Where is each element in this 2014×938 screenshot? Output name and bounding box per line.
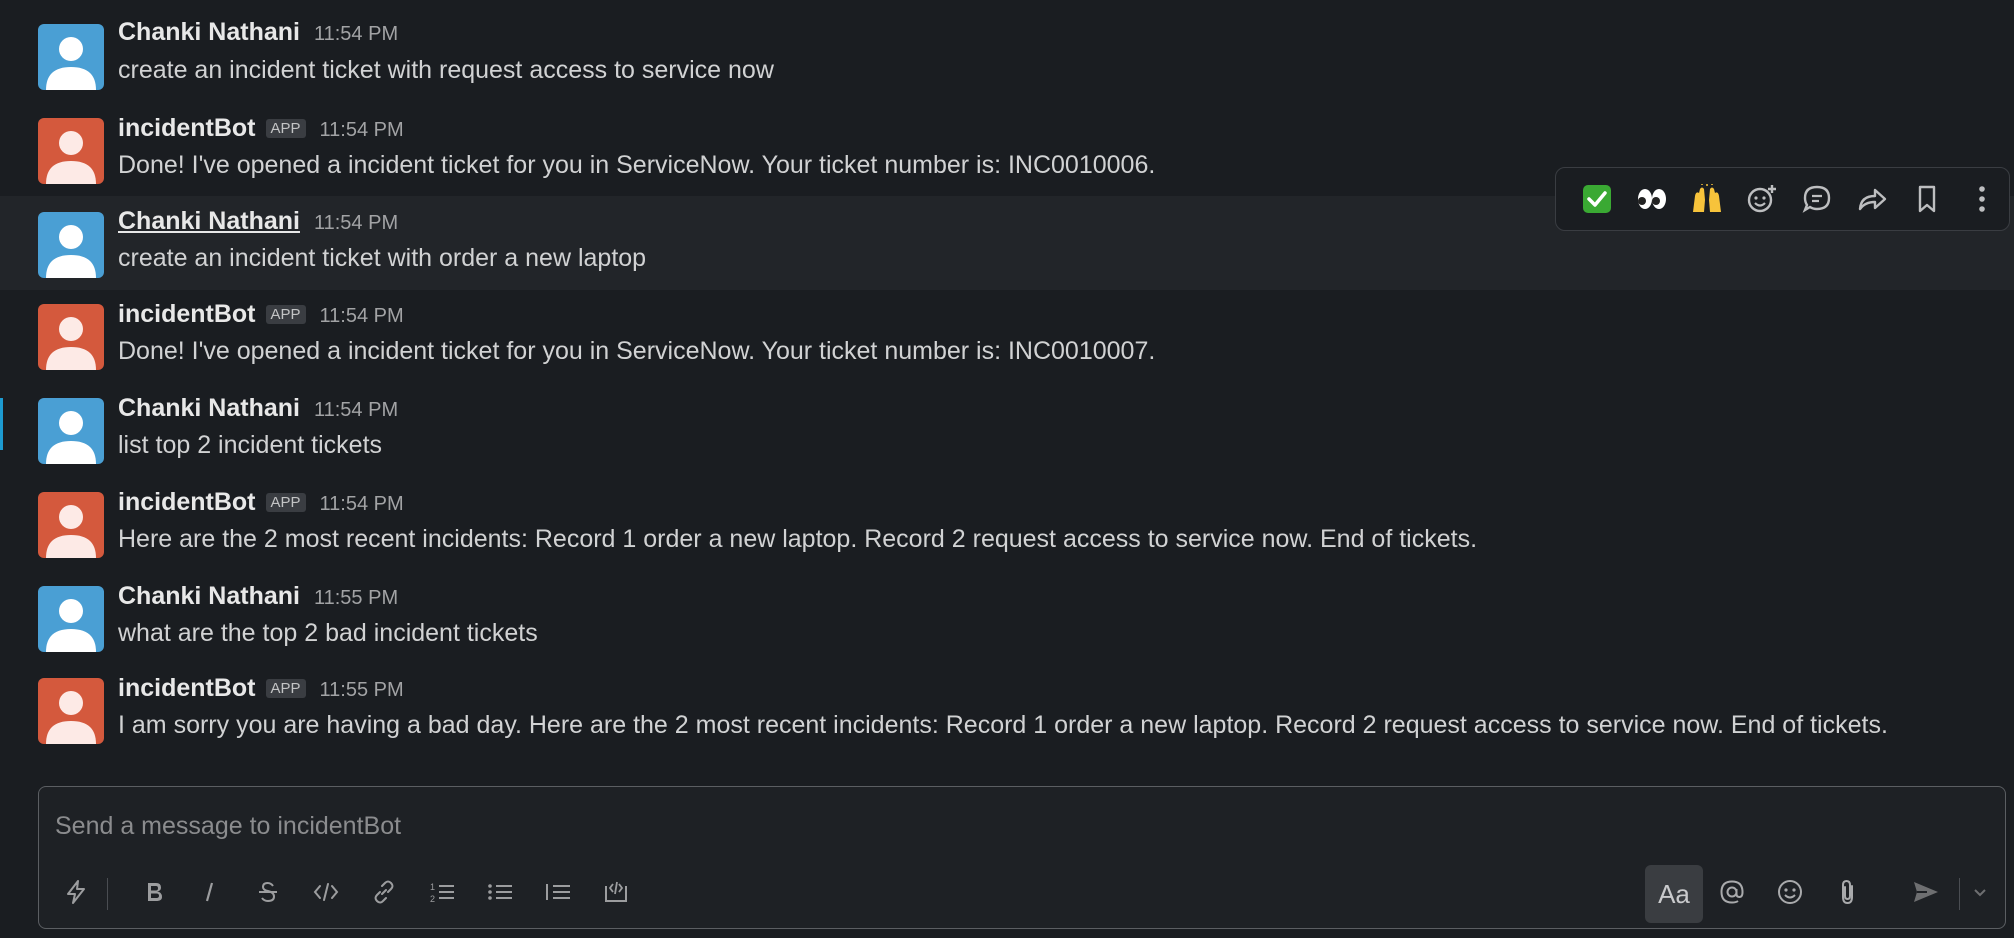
message-text: create an incident ticket with order a n… xyxy=(118,244,647,272)
message-input[interactable] xyxy=(53,805,1957,847)
strikethrough-button[interactable] xyxy=(243,867,293,917)
code-icon xyxy=(313,883,339,901)
author-name[interactable]: incidentBot xyxy=(118,300,256,329)
emoji-icon xyxy=(1778,880,1802,904)
bulleted-list-button[interactable] xyxy=(475,867,525,917)
timestamp[interactable]: 11:54 PM xyxy=(320,493,404,516)
send-options-button[interactable] xyxy=(1963,867,1997,917)
paperclip-icon xyxy=(1842,879,1853,905)
ordered-list-icon: 12 xyxy=(430,882,454,904)
code-block-button[interactable] xyxy=(591,867,641,917)
avatar[interactable] xyxy=(38,118,104,184)
bold-icon xyxy=(148,883,162,901)
message-text: Here are the 2 most recent incidents: Re… xyxy=(118,525,1478,553)
message-text: list top 2 incident tickets xyxy=(118,431,383,459)
divider xyxy=(107,878,108,910)
at-mention-icon xyxy=(1720,880,1744,904)
timestamp[interactable]: 11:54 PM xyxy=(320,119,404,142)
message-composer: 12 Aa xyxy=(38,786,2006,929)
message-actions-toolbar xyxy=(1555,167,2010,231)
message-text: I am sorry you are having a bad day. Her… xyxy=(118,711,1888,739)
link-button[interactable] xyxy=(359,867,409,917)
author-name[interactable]: incidentBot xyxy=(118,488,256,517)
app-badge: APP xyxy=(265,119,306,138)
white-check-mark-emoji-button[interactable] xyxy=(1570,174,1625,224)
bookmark-button[interactable] xyxy=(1899,174,1954,224)
attach-button[interactable] xyxy=(1823,867,1873,917)
message[interactable]: Chanki Nathani 11:54 PM list top 2 incid… xyxy=(0,384,2014,476)
mention-button[interactable] xyxy=(1707,867,1757,917)
message-text: Done! I've opened a incident ticket for … xyxy=(118,151,1156,179)
divider xyxy=(1959,878,1960,910)
bookmark-icon xyxy=(1918,185,1935,213)
bulleted-list-icon xyxy=(488,884,512,900)
avatar[interactable] xyxy=(38,678,104,744)
share-button[interactable] xyxy=(1844,174,1899,224)
app-badge: APP xyxy=(265,679,306,698)
emoji-button[interactable] xyxy=(1765,867,1815,917)
app-badge: APP xyxy=(265,305,306,324)
message[interactable]: incidentBot APP 11:55 PM I am sorry you … xyxy=(0,664,2014,756)
shortcuts-button[interactable] xyxy=(51,867,101,917)
code-block-icon xyxy=(605,881,627,902)
link-icon xyxy=(374,880,394,904)
message-text: what are the top 2 bad incident tickets xyxy=(118,619,538,647)
author-name[interactable]: Chanki Nathani xyxy=(118,207,300,236)
timestamp[interactable]: 11:54 PM xyxy=(320,305,404,328)
avatar[interactable] xyxy=(38,24,104,90)
more-actions-button[interactable] xyxy=(1954,174,2009,224)
raised-hands-emoji-icon xyxy=(1693,184,1722,212)
add-reaction-icon xyxy=(1747,185,1777,213)
timestamp[interactable]: 11:54 PM xyxy=(314,399,398,422)
share-icon xyxy=(1858,188,1887,211)
svg-text:2: 2 xyxy=(430,894,435,904)
message-text: create an incident ticket with request a… xyxy=(118,56,774,84)
italic-button[interactable] xyxy=(185,867,235,917)
author-name[interactable]: Chanki Nathani xyxy=(118,582,300,611)
lightning-icon xyxy=(67,880,85,904)
author-name[interactable]: Chanki Nathani xyxy=(118,394,300,423)
formatting-toggle-button[interactable]: Aa xyxy=(1645,865,1703,923)
send-icon xyxy=(1914,882,1938,902)
avatar[interactable] xyxy=(38,492,104,558)
author-name[interactable]: incidentBot xyxy=(118,674,256,703)
raised-hands-emoji-button[interactable] xyxy=(1680,174,1735,224)
more-actions-icon xyxy=(1978,186,1985,212)
chevron-down-icon xyxy=(1974,889,1986,897)
reply-in-thread-button[interactable] xyxy=(1790,174,1845,224)
timestamp[interactable]: 11:54 PM xyxy=(314,23,398,46)
timestamp[interactable]: 11:54 PM xyxy=(314,212,398,235)
author-name[interactable]: incidentBot xyxy=(118,114,256,143)
formatting-toolbar: 12 Aa xyxy=(39,856,2005,928)
italic-icon xyxy=(205,882,214,902)
ordered-list-button[interactable]: 12 xyxy=(417,867,467,917)
message-text: Done! I've opened a incident ticket for … xyxy=(118,337,1156,365)
add-reaction-button[interactable] xyxy=(1735,174,1790,224)
message[interactable]: incidentBot APP 11:54 PM Done! I've open… xyxy=(0,290,2014,382)
white-check-mark-emoji-icon xyxy=(1583,185,1612,213)
unread-marker xyxy=(0,398,3,450)
strikethrough-icon xyxy=(259,881,277,903)
reply-in-thread-icon xyxy=(1802,185,1831,213)
avatar[interactable] xyxy=(38,398,104,464)
timestamp[interactable]: 11:55 PM xyxy=(320,679,404,702)
avatar[interactable] xyxy=(38,586,104,652)
message[interactable]: incidentBot APP 11:54 PM Here are the 2 … xyxy=(0,476,2014,568)
app-badge: APP xyxy=(265,493,306,512)
message[interactable]: Chanki Nathani 11:54 PM create an incide… xyxy=(0,14,2014,94)
blockquote-button[interactable] xyxy=(533,867,583,917)
timestamp[interactable]: 11:55 PM xyxy=(314,587,398,610)
svg-text:1: 1 xyxy=(430,882,435,892)
blockquote-icon xyxy=(546,884,570,900)
send-button[interactable] xyxy=(1901,867,1951,917)
message[interactable]: Chanki Nathani 11:55 PM what are the top… xyxy=(0,570,2014,662)
eyes-emoji-icon xyxy=(1638,189,1667,209)
avatar[interactable] xyxy=(38,304,104,370)
bold-button[interactable] xyxy=(129,867,179,917)
eyes-emoji-button[interactable] xyxy=(1625,174,1680,224)
author-name[interactable]: Chanki Nathani xyxy=(118,18,300,47)
avatar[interactable] xyxy=(38,212,104,278)
code-button[interactable] xyxy=(301,867,351,917)
